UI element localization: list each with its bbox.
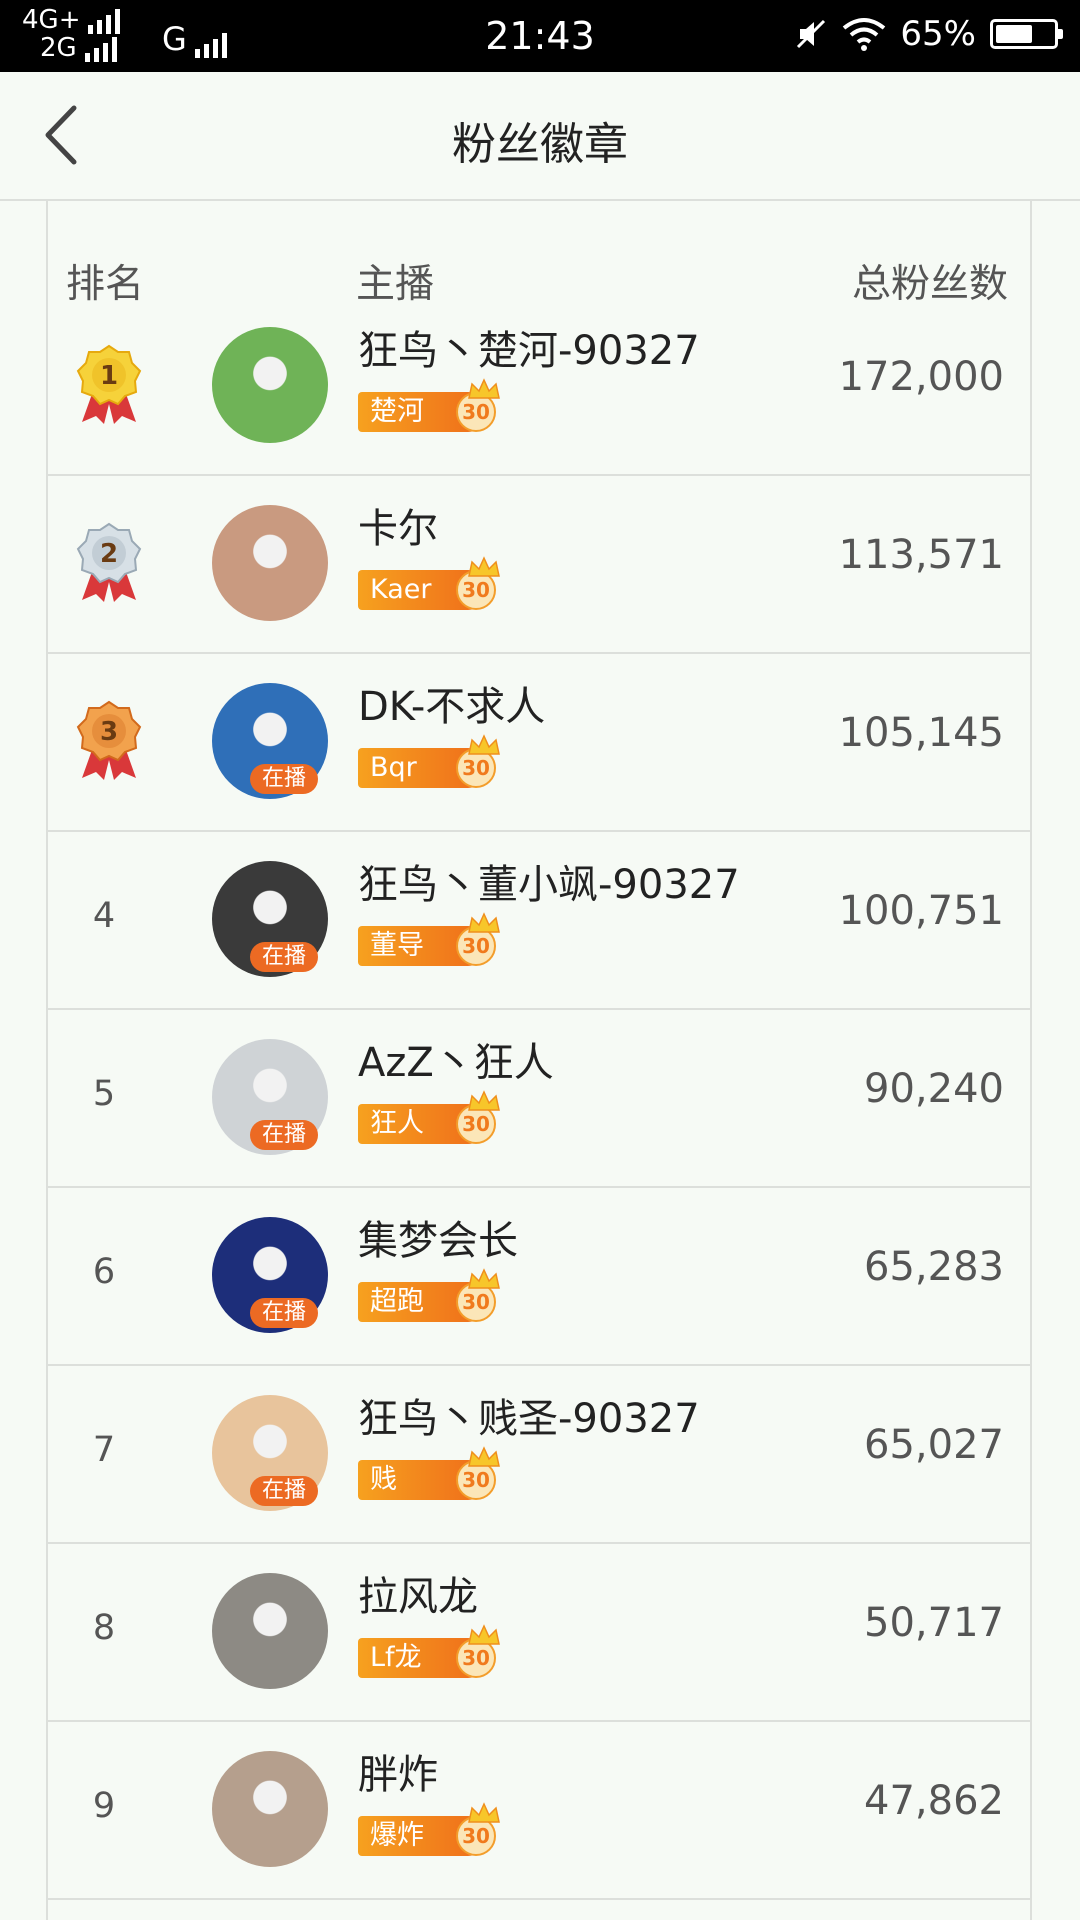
ranking-list[interactable]: 排名 主播 总粉丝数 1 狂鸟丶楚河-90327 楚河 30 172,000 2 <box>46 201 1032 1920</box>
fan-badge-label: 楚河 <box>370 396 424 427</box>
silver-medal-icon: 2 <box>76 522 142 602</box>
crown-icon <box>468 1446 500 1467</box>
fan-badge-label: Lf龙 <box>370 1642 422 1673</box>
fan-count: 90,240 <box>864 1066 1004 1112</box>
fan-count: 65,027 <box>864 1422 1004 1468</box>
fan-badge-label: 狂人 <box>370 1108 424 1139</box>
fan-badge-label: Bqr <box>370 752 417 783</box>
crown-icon <box>468 1090 500 1111</box>
fan-count: 65,283 <box>864 1244 1004 1290</box>
fan-count: 105,145 <box>838 710 1004 756</box>
fan-badge: 董导 30 <box>358 912 508 968</box>
live-status-badge: 在播 <box>250 1476 318 1506</box>
gold-medal-icon: 1 <box>76 344 142 424</box>
fan-count: 47,862 <box>864 1778 1004 1824</box>
list-item[interactable]: 8 拉风龙 Lf龙 30 50,717 <box>48 1544 1030 1722</box>
rank-number: 4 <box>92 896 116 936</box>
rank-number: 6 <box>92 1252 116 1292</box>
anchor-name: 拉风龙 <box>358 1574 478 1620</box>
crown-icon <box>468 734 500 755</box>
crown-icon <box>468 912 500 933</box>
anchor-name: AzZ丶狂人 <box>358 1040 554 1086</box>
fan-badge-label: Kaer <box>370 574 432 605</box>
fan-count: 113,571 <box>838 532 1004 578</box>
anchor-name: 狂鸟丶楚河-90327 <box>358 328 700 374</box>
anchor-name: DK-不求人 <box>358 684 546 730</box>
fan-badge: 楚河 30 <box>358 378 508 434</box>
live-status-badge: 在播 <box>250 1120 318 1150</box>
live-status-badge: 在播 <box>250 942 318 972</box>
crown-icon <box>468 556 500 577</box>
list-item[interactable]: 6 在播 集梦会长 超跑 30 65,283 <box>48 1188 1030 1366</box>
mute-icon <box>797 19 826 49</box>
list-item[interactable]: 2 卡尔 Kaer 30 113,571 <box>48 476 1030 654</box>
fan-count: 50,717 <box>864 1600 1004 1646</box>
fan-count: 172,000 <box>838 354 1004 400</box>
list-item[interactable]: 1 狂鸟丶楚河-90327 楚河 30 172,000 <box>48 298 1030 476</box>
avatar[interactable] <box>212 505 328 621</box>
rank-number: 9 <box>92 1786 116 1826</box>
anchor-name: 卡尔 <box>358 506 438 552</box>
fan-badge: 爆炸 30 <box>358 1802 508 1858</box>
crown-icon <box>468 1268 500 1289</box>
anchor-name: 集梦会长 <box>358 1218 518 1264</box>
fan-badge-label: 董导 <box>370 930 424 961</box>
crown-icon <box>468 378 500 399</box>
navigation-header: 粉丝徽章 <box>0 72 1080 201</box>
crown-icon <box>468 1624 500 1645</box>
anchor-name: 狂鸟丶贱圣-90327 <box>358 1396 700 1442</box>
wifi-icon <box>843 18 886 51</box>
fan-badge: Bqr 30 <box>358 734 508 790</box>
fan-badge-label: 贱 <box>370 1464 397 1495</box>
fan-badge-label: 超跑 <box>370 1286 424 1317</box>
crown-icon <box>468 1802 500 1823</box>
fan-badge: 狂人 30 <box>358 1090 508 1146</box>
anchor-name: 狂鸟丶董小飒-90327 <box>358 862 740 908</box>
fan-badge: Kaer 30 <box>358 556 508 612</box>
avatar[interactable] <box>212 327 328 443</box>
anchor-name: 胖炸 <box>358 1752 438 1798</box>
list-item[interactable]: 7 在播 狂鸟丶贱圣-90327 贱 30 65,027 <box>48 1366 1030 1544</box>
fan-badge: 贱 30 <box>358 1446 508 1502</box>
page-title: 粉丝徽章 <box>452 119 628 170</box>
list-item[interactable]: 4 在播 狂鸟丶董小飒-90327 董导 30 100,751 <box>48 832 1030 1010</box>
rank-number: 8 <box>92 1608 116 1648</box>
battery-percent: 65% <box>900 14 976 54</box>
avatar[interactable] <box>212 1573 328 1689</box>
status-bar: 4G+ 2G G 21:43 65% <box>0 0 1080 72</box>
list-item[interactable]: 3 在播 DK-不求人 Bqr 30 105,145 <box>48 654 1030 832</box>
fan-badge-label: 爆炸 <box>370 1820 424 1851</box>
medal-rank-label: 1 <box>100 361 118 391</box>
bronze-medal-icon: 3 <box>76 700 142 780</box>
fan-count: 100,751 <box>838 888 1004 934</box>
medal-rank-label: 2 <box>100 539 118 569</box>
rank-number: 5 <box>92 1074 116 1114</box>
battery-icon <box>990 19 1063 49</box>
rank-number: 7 <box>92 1430 116 1470</box>
live-status-badge: 在播 <box>250 764 318 794</box>
medal-rank-label: 3 <box>100 717 118 747</box>
list-item[interactable]: 9 胖炸 爆炸 30 47,862 <box>48 1722 1030 1900</box>
fan-badge: 超跑 30 <box>358 1268 508 1324</box>
fan-badge: Lf龙 30 <box>358 1624 508 1680</box>
list-item[interactable]: 5 在播 AzZ丶狂人 狂人 30 90,240 <box>48 1010 1030 1188</box>
live-status-badge: 在播 <box>250 1298 318 1328</box>
avatar[interactable] <box>212 1751 328 1867</box>
